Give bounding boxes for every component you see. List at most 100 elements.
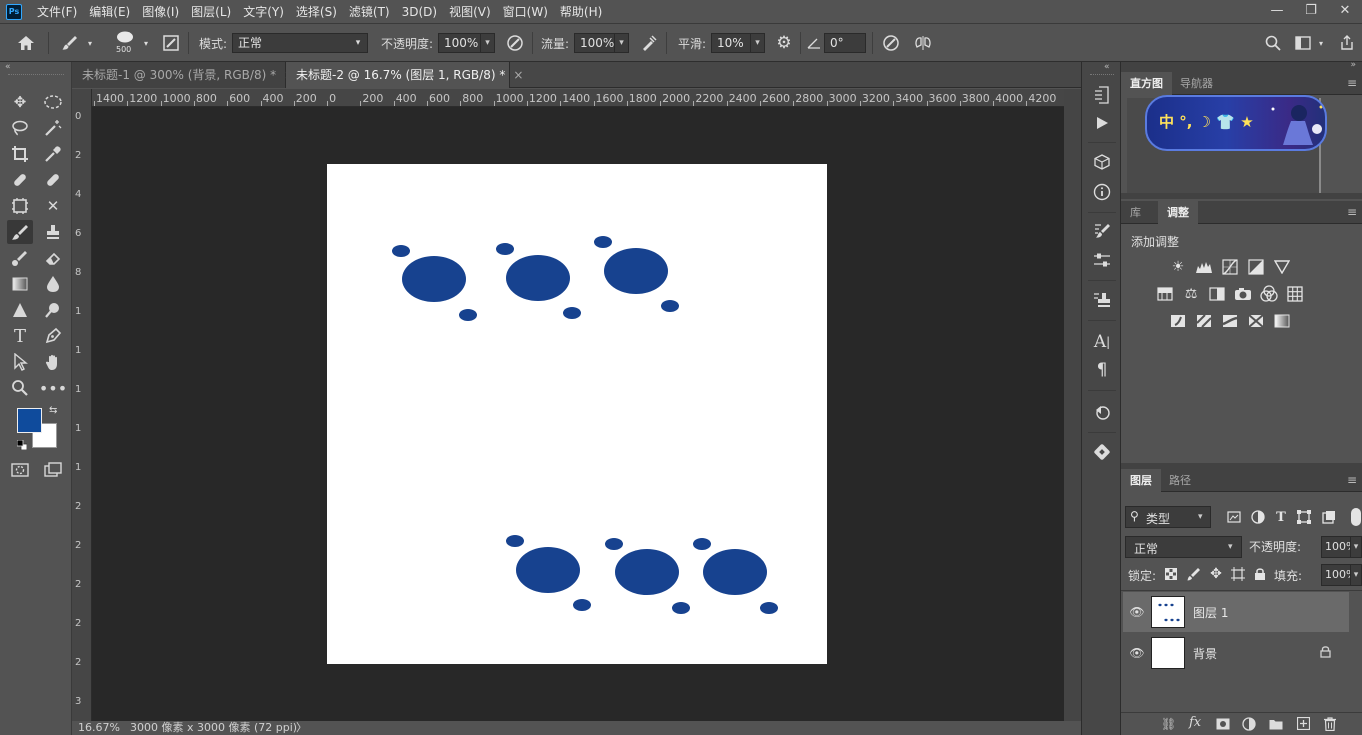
selective-color-icon[interactable] [1246,311,1266,331]
close-icon[interactable]: × [513,68,523,82]
lasso-tool-icon[interactable] [7,116,33,140]
collapse-arrows-icon[interactable]: » [1350,60,1356,70]
actions-play-icon[interactable] [1089,111,1115,135]
quick-mask-icon[interactable] [7,458,33,482]
hue-saturation-icon[interactable] [1155,284,1175,304]
add-mask-icon[interactable] [1216,718,1230,733]
share-icon[interactable] [1336,33,1358,53]
character-panel-icon[interactable]: A | [1089,330,1115,354]
lock-image-icon[interactable] [1184,564,1204,584]
foreground-color-swatch[interactable] [17,408,42,433]
history-panel-icon[interactable] [1089,83,1115,107]
menu-3d[interactable]: 3D(D) [396,0,443,24]
horizontal-ruler[interactable]: 1400 1200 1000 800 600 400 200 0 200 400 600 800 100… [92,89,1064,107]
filter-shape-icon[interactable] [1294,507,1314,527]
tab-paths[interactable]: 路径 [1160,469,1200,492]
eraser-tool-icon[interactable] [40,246,66,270]
channel-mixer-icon[interactable] [1259,284,1279,304]
home-icon[interactable] [14,33,38,53]
angle-input[interactable]: 0° [824,33,866,53]
tab-histogram[interactable]: 直方图 [1121,72,1172,95]
opacity-dropdown[interactable]: ▾ [480,33,495,53]
photo-filter-icon[interactable] [1233,284,1253,304]
filter-type-icon[interactable]: T [1271,507,1291,527]
brush-tool-icon[interactable] [7,220,33,244]
adjustment-sliders-icon[interactable] [1089,248,1115,272]
plugin-icon[interactable] [1089,440,1115,464]
path-selection-tool-icon[interactable] [7,350,33,374]
layer-row-layer1[interactable]: 👁 图层 1 [1123,592,1349,632]
search-icon[interactable] [1262,33,1284,53]
more-tools-icon[interactable]: ••• [39,376,67,400]
color-lookup-icon[interactable] [1285,284,1305,304]
swap-colors-icon[interactable]: ⇆ [49,405,57,416]
lock-artboard-icon[interactable] [1228,564,1248,584]
tab-library[interactable]: 库 [1121,201,1150,224]
lock-transparent-icon[interactable] [1161,564,1181,584]
chevron-down-icon[interactable]: ▾ [1316,38,1326,48]
tab-document-2[interactable]: 未标题-2 @ 16.7% (图层 1, RGB/8) * × [286,62,523,88]
layer-name[interactable]: 图层 1 [1193,604,1228,621]
layer-row-background[interactable]: 👁 背景 [1123,633,1349,673]
paragraph-panel-icon[interactable]: ¶ [1089,358,1115,382]
hand-tool-icon[interactable] [40,350,66,374]
menu-layer[interactable]: 图层(L) [185,0,237,24]
menu-filter[interactable]: 滤镜(T) [343,0,396,24]
type-tool-icon[interactable]: T [7,324,33,348]
restore-button[interactable]: ❐ [1294,0,1328,24]
black-white-icon[interactable] [1207,284,1227,304]
fx-icon[interactable]: fx [1189,715,1201,730]
layer-name[interactable]: 背景 [1193,645,1217,662]
menu-window[interactable]: 窗口(W) [497,0,554,24]
new-group-icon[interactable] [1269,718,1283,733]
pressure-opacity-icon[interactable] [504,33,526,53]
eye-icon[interactable]: 👁 [1123,646,1151,660]
vertical-scrollbar[interactable] [1064,89,1081,721]
menu-file[interactable]: 文件(F) [31,0,83,24]
layer-opacity-input[interactable]: 100% [1321,536,1351,558]
move-tool-icon[interactable]: ✥ [7,90,33,114]
default-colors-icon[interactable] [16,439,28,451]
brightness-contrast-icon[interactable]: ☀ [1168,257,1188,277]
menu-image[interactable]: 图像(I) [136,0,185,24]
pen-triangle-tool-icon[interactable] [7,298,33,322]
symmetry-icon[interactable] [912,33,934,53]
minimize-button[interactable]: — [1260,0,1294,24]
panel-menu-icon[interactable]: ≡ [1347,473,1357,487]
new-adjustment-icon[interactable] [1242,717,1256,734]
collapse-arrows-icon[interactable]: « [5,62,11,72]
menu-help[interactable]: 帮助(H) [554,0,608,24]
threshold-icon[interactable] [1220,311,1240,331]
timeline-icon[interactable] [1089,400,1115,424]
gradient-tool-icon[interactable] [7,272,33,296]
frame-tool-icon[interactable] [7,194,33,218]
smoothing-input[interactable]: 10% [711,33,754,53]
lock-all-icon[interactable] [1250,564,1270,584]
clone-stamp-tool-icon[interactable] [40,220,66,244]
3d-panel-icon[interactable] [1089,150,1115,174]
zoom-tool-icon[interactable] [7,376,33,400]
fill-input[interactable]: 100% [1321,564,1351,586]
filter-pixel-icon[interactable] [1224,507,1244,527]
pressure-size-icon[interactable] [880,33,902,53]
new-layer-icon[interactable] [1296,716,1311,733]
brush-settings-icon[interactable] [160,33,182,53]
menu-view[interactable]: 视图(V) [443,0,497,24]
filter-adjustment-icon[interactable] [1248,507,1268,527]
blur-tool-icon[interactable] [40,272,66,296]
close-window-button[interactable]: ✕ [1328,0,1362,24]
eyedropper-tool-icon[interactable] [40,142,66,166]
flow-input[interactable]: 100% [574,33,617,53]
tab-document-1[interactable]: 未标题-1 @ 300% (背景, RGB/8) *× [72,62,294,88]
flow-dropdown[interactable]: ▾ [614,33,629,53]
lock-icon[interactable] [1320,645,1331,661]
chevron-down-icon[interactable]: ▾ [140,38,152,48]
patch-tool-icon[interactable] [40,168,66,192]
pen-tool-icon[interactable] [40,324,66,348]
posterize-icon[interactable] [1194,311,1214,331]
tab-navigator[interactable]: 导航器 [1171,72,1222,95]
filter-toggle-switch[interactable] [1351,508,1361,526]
fill-dropdown[interactable]: ▾ [1350,564,1362,586]
zoom-level[interactable]: 16.67% [78,721,120,735]
panel-menu-icon[interactable]: ≡ [1347,205,1357,219]
